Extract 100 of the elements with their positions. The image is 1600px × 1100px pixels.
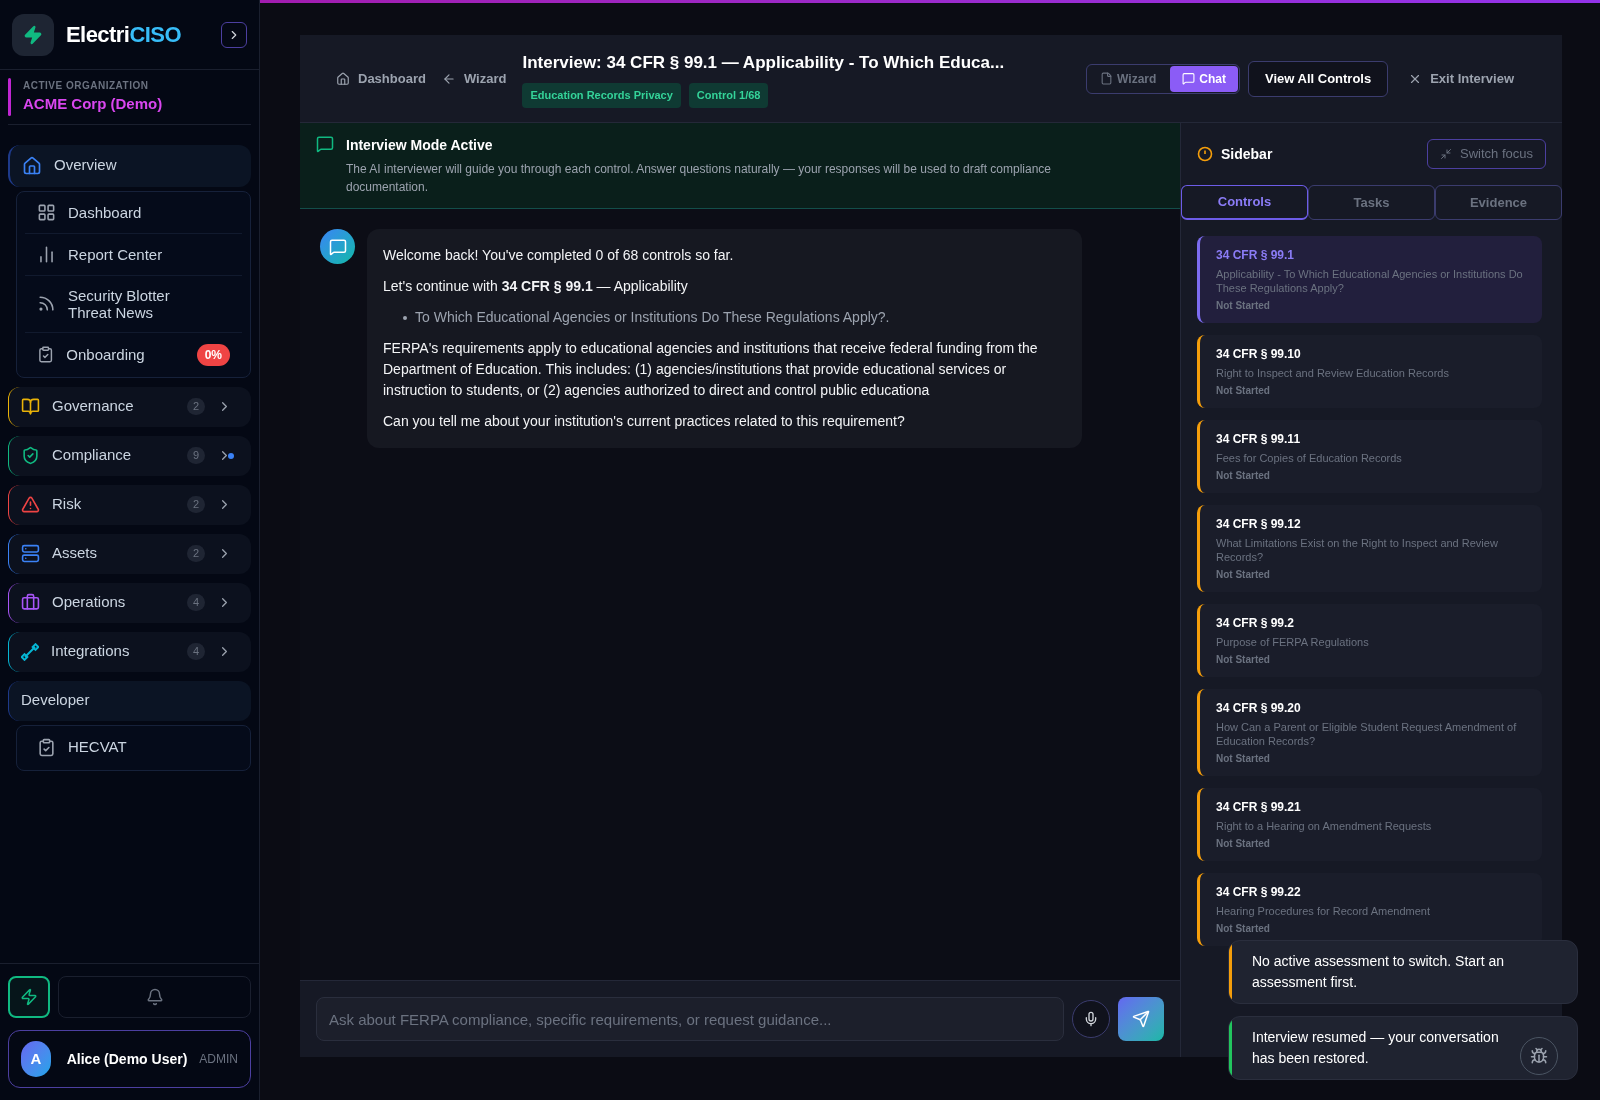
mode-tab[interactable]: Wizard [1088,65,1169,92]
nav-item[interactable]: Onboarding 0% [25,332,242,377]
nav-section[interactable]: Governance 2 [8,386,251,427]
toast-message: No active assessment to switch. Start an assessment first. [1251,952,1506,992]
message-text: Welcome back! You've completed 0 of 68 controls so far. [383,246,735,265]
control-title: Right to a Hearing on Amendment Requests [1216,819,1433,833]
user-profile[interactable]: A Alice (Demo User) ADMIN [8,1030,251,1088]
control-title: Hearing Procedures for Record Amendment [1216,904,1431,918]
mode-tab[interactable]: Chat [1170,65,1238,92]
count-badge: 4 [186,643,205,660]
nav-icon [37,345,55,364]
control-title: Right to Inspect and Review Education Records [1216,366,1450,380]
send-icon [1132,1010,1150,1028]
toast-message: Interview resumed — your conversation has been restored. [1251,1028,1500,1068]
control-card[interactable]: 34 CFR § 99.12 What Limitations Exist on the Right to Inspect and Review Records? Not Started [1197,505,1542,592]
progress-badge: 0% [196,343,230,366]
panel-title: Sidebar [1221,144,1273,164]
control-status: Not Started [1216,922,1271,936]
nav-section[interactable]: Compliance 9 [8,435,251,476]
brand-name: ElectriCISO [66,21,181,49]
control-card[interactable]: 34 CFR § 99.1 Applicability - To Which Educational Agencies or Institutions Do These Regulations Apply? Not Started [1197,236,1542,323]
wizard-link[interactable]: Wizard [441,68,507,89]
nav-section[interactable]: Risk 2 [8,484,251,525]
bug-icon [1530,1047,1548,1065]
control-code: 34 CFR § 99.11 [1216,431,1302,448]
nav-item[interactable]: Security Blotter Threat News [25,275,242,333]
control-title: Fees for Copies of Education Records [1216,451,1403,465]
tag: Control 1/68 [688,83,769,108]
bell-icon [145,988,164,1006]
interview-title: Interview: 34 CFR § 99.1 — Applicability - To Which Educa... [522,51,1005,74]
control-status: Not Started [1216,568,1271,582]
control-code: 34 CFR § 99.12 [1216,516,1302,533]
nav-icon [37,294,56,313]
document-icon [1100,72,1114,85]
nav-item[interactable]: Dashboard [25,191,242,234]
user-role: ADMIN [199,1051,238,1068]
user-avatar: A [21,1041,51,1077]
microphone-button[interactable] [1072,1000,1110,1038]
logo-icon [12,13,54,56]
nav-section[interactable]: Integrations 4 [8,631,251,672]
control-card[interactable]: 34 CFR § 99.20 How Can a Parent or Eligible Student Request Amendment of Education Records? Not Started [1197,689,1542,776]
nav-group[interactable]: Overview [8,144,251,187]
message-text: FERPA's requirements apply to educational agencies and institutions that receive federal funding from the Department of Education. This includes: (1) agencies/institutions that provide educational services or instruction to students, or (2) agencies authorized to direct and control public educationa [383,339,1039,400]
banner-text: The AI interviewer will guide you through each control. Answer questions naturally — your responses will be used to draft compliance documentation. [346,161,1053,196]
panel-tab[interactable]: Tasks [1308,185,1435,220]
nav-item[interactable]: Report Center [25,233,242,276]
quick-action-button[interactable] [8,976,50,1018]
send-button[interactable] [1118,997,1164,1041]
nav-icon [37,244,56,264]
control-code: 34 CFR § 99.22 [1216,884,1302,901]
count-badge: 9 [186,447,205,464]
nav-group[interactable]: Developer [8,680,251,721]
assistant-avatar [320,229,355,264]
home-icon [336,71,350,86]
control-status: Not Started [1216,653,1271,667]
control-status: Not Started [1216,752,1271,766]
control-code: 34 CFR § 99.10 [1216,346,1302,363]
bullet-item: To Which Educational Agencies or Institutions Do These Regulations Apply?. [403,307,1066,328]
control-title: How Can a Parent or Eligible Student Request Amendment of Education Records? [1216,720,1518,748]
view-all-controls-button[interactable]: View All Controls [1248,60,1389,97]
nav-section[interactable]: Operations 4 [8,582,251,623]
message-input[interactable]: Ask about FERPA compliance, specific requirements, or request guidance... [316,997,1064,1041]
count-badge: 2 [186,398,205,415]
control-card[interactable]: 34 CFR § 99.11 Fees for Copies of Education Records Not Started [1197,420,1542,493]
panel-tab[interactable]: Controls [1181,185,1308,220]
control-card[interactable]: 34 CFR § 99.22 Hearing Procedures for Record Amendment Not Started [1197,873,1542,946]
user-name: Alice (Demo User) [66,1049,188,1069]
chat-icon [1182,72,1196,85]
control-card[interactable]: 34 CFR § 99.21 Right to a Hearing on Amendment Requests Not Started [1197,788,1542,861]
control-card[interactable]: 34 CFR § 99.10 Right to Inspect and Review Education Records Not Started [1197,335,1542,408]
dashboard-link[interactable]: Dashboard [336,68,426,89]
nav-section[interactable]: Assets 2 [8,533,251,574]
lightning-icon [20,988,38,1006]
control-title: What Limitations Exist on the Right to Inspect and Review Records? [1216,536,1499,564]
message-text: Can you tell me about your institution's current practices related to this requirement? [383,412,906,431]
control-code: 34 CFR § 99.1 [1216,247,1296,264]
org-label: ACTIVE ORGANIZATION [23,79,150,93]
control-code: 34 CFR § 99.20 [1216,700,1302,717]
exit-interview-button[interactable]: Exit Interview [1396,68,1526,89]
control-status: Not Started [1216,469,1271,483]
control-title: Purpose of FERPA Regulations [1216,635,1370,649]
org-name: ACME Corp (Demo) [23,94,163,114]
nav-item[interactable]: HECVAT [16,724,251,771]
home-icon [22,155,42,176]
chat-icon [316,135,334,153]
count-badge: 2 [186,545,205,562]
circle-icon [1197,146,1213,162]
count-badge: 4 [186,594,205,611]
control-status: Not Started [1216,384,1271,398]
control-card[interactable]: 34 CFR § 99.2 Purpose of FERPA Regulations Not Started [1197,604,1542,677]
clipboard-icon [37,738,56,757]
microphone-icon [1083,1011,1099,1027]
control-status: Not Started [1216,837,1271,851]
panel-tab[interactable]: Evidence [1435,185,1562,220]
switch-focus-button[interactable]: Switch focus [1427,139,1546,169]
control-title: Applicability - To Which Educational Agencies or Institutions Do These Regulations Apply? [1216,267,1524,295]
message-text: Let's continue with 34 CFR § 99.1 — Applicability [383,277,689,296]
back-arrow-icon [441,71,456,86]
banner-title: Interview Mode Active [346,136,494,155]
collapse-icon [1440,148,1452,160]
